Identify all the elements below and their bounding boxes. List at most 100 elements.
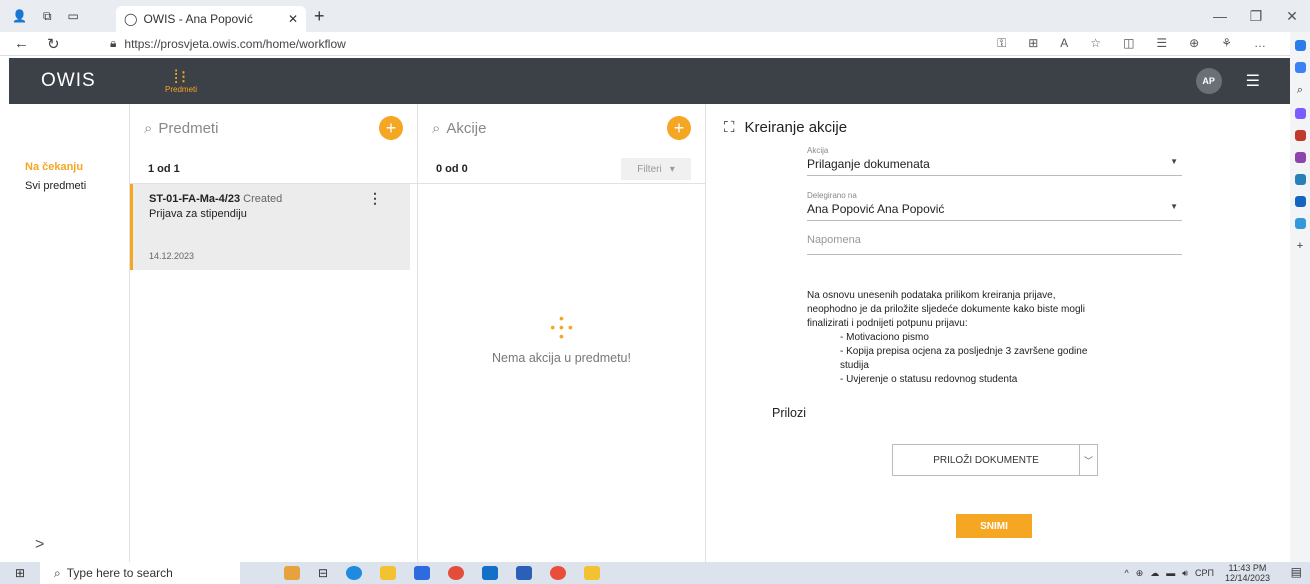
office-icon[interactable] (1294, 174, 1306, 185)
clock-date: 12/14/2023 (1224, 573, 1270, 583)
apps-icon[interactable]: ⊞ (1028, 36, 1038, 51)
sidebar-item-na-cekanju[interactable]: Na čekanju (25, 161, 83, 173)
key-icon[interactable]: ⚿ (997, 36, 1006, 51)
outlook-app-icon[interactable] (482, 566, 499, 580)
chevron-down-icon: ▾ (669, 163, 675, 175)
close-window-icon[interactable]: ✕ (1274, 0, 1310, 32)
search-icon: ⌕ (54, 565, 61, 580)
shopping-icon[interactable] (1294, 108, 1306, 119)
cloud-icon[interactable]: ☁ (1150, 568, 1159, 579)
file-explorer-icon[interactable] (380, 566, 397, 580)
napomena-input[interactable]: Napomena (807, 234, 1182, 255)
url-field[interactable]: 🔒︎ https://prosvjeta.owis.com/home/workf… (110, 36, 997, 51)
main-content: Na čekanju Svi predmeti > ⌕ Predmeti + 1… (9, 104, 1290, 562)
info-item: - Kopija prepisa ocjena za posljednje 3 … (840, 346, 1088, 357)
chevron-down-icon[interactable]: ﹀ (1079, 445, 1097, 475)
extensions-icon[interactable]: ⚘ (1221, 36, 1232, 51)
collections-icon[interactable]: ⧉ (43, 9, 52, 24)
module-predmeti-button[interactable]: ⁞⁝ Predmeti (165, 68, 197, 94)
battery-icon[interactable]: ▬ (1166, 568, 1175, 578)
taskbar-search-placeholder: Type here to search (66, 566, 173, 580)
favorites-icon[interactable]: ☰ (1156, 36, 1167, 51)
browser-tab-active[interactable]: ◯ OWIS - Ana Popović ✕ (116, 6, 306, 32)
app-logo[interactable]: OWIS (9, 70, 159, 92)
clock-time: 11:43 PM (1228, 563, 1267, 573)
taskbar-search[interactable]: ⌕ Type here to search (40, 562, 240, 584)
search-sidebar-icon[interactable]: ⌕ (1297, 84, 1303, 97)
predmeti-search-placeholder: Predmeti (158, 120, 219, 137)
back-icon[interactable]: ← (14, 35, 29, 53)
clock[interactable]: 11:43 PM 12/14/2023 (1225, 563, 1270, 583)
games-icon[interactable] (1294, 152, 1306, 163)
edge-app-icon[interactable] (346, 566, 363, 580)
language-indicator[interactable]: СРП (1195, 568, 1214, 578)
menu-icon[interactable]: ☰ (1246, 71, 1260, 91)
page-favicon-icon: ◯ (124, 12, 138, 26)
add-predmet-button[interactable]: + (379, 116, 403, 140)
restore-icon[interactable]: ❐ (1238, 0, 1274, 32)
close-tab-icon[interactable]: ✕ (288, 12, 298, 26)
akcija-select[interactable]: Akcija Prilaganje dokumenata ▼ (807, 146, 1182, 176)
search-icon: ⌕ (144, 120, 153, 137)
store-app-icon[interactable] (414, 566, 431, 580)
folder-app-icon[interactable] (584, 566, 601, 580)
word-app-icon[interactable] (516, 566, 533, 580)
kreiranje-akcije-panel: ⛶ Kreiranje akcije Akcija Prilaganje dok… (706, 104, 1290, 562)
tools-icon[interactable] (1294, 130, 1306, 141)
minimize-icon[interactable]: — (1202, 0, 1238, 32)
notification-icon[interactable]: ▤ (1291, 565, 1302, 579)
more-options-icon[interactable]: ⋮ (368, 190, 382, 207)
expand-icon[interactable]: ⛶ (724, 119, 735, 136)
akcije-search[interactable]: ⌕ Akcije (432, 120, 486, 137)
chevron-up-icon[interactable]: ^ (1125, 568, 1129, 578)
chrome-app-icon[interactable] (448, 566, 465, 580)
browser-left-icons: 👤 ⧉ ▭ (0, 9, 112, 24)
attach-documents-button[interactable]: PRILOŽI DOKUMENTE ﹀ (892, 444, 1098, 476)
window-controls: — ❐ ✕ (1202, 0, 1310, 32)
outlook-icon[interactable] (1294, 196, 1306, 207)
volume-icon[interactable]: 🔊︎ (1182, 568, 1188, 579)
search-icon: ⌕ (432, 120, 441, 137)
collections-toolbar-icon[interactable]: ⊕ (1189, 36, 1199, 51)
avatar[interactable]: AP (1195, 68, 1222, 94)
briefcase-app-icon[interactable] (284, 566, 300, 580)
read-aloud-icon[interactable]: A (1060, 36, 1068, 51)
add-sidebar-icon[interactable]: + (1297, 240, 1303, 252)
lock-icon: 🔒︎ (110, 36, 117, 50)
drop-icon[interactable] (1294, 218, 1306, 229)
save-button[interactable]: SNIMI (956, 514, 1032, 538)
more-icon[interactable]: … (1254, 36, 1266, 51)
network-icon[interactable]: ⊕ (1136, 568, 1144, 579)
new-tab-icon[interactable]: + (314, 6, 325, 27)
tab-actions-icon[interactable]: ▭ (68, 9, 79, 23)
task-view-icon[interactable]: ⊟ (318, 566, 328, 580)
favorite-icon[interactable]: ☆ (1090, 36, 1101, 51)
predmet-card[interactable]: ST-01-FA-Ma-4/23 Created Prijava za stip… (130, 184, 410, 270)
predmeti-search[interactable]: ⌕ Predmeti (144, 120, 218, 137)
windows-start-icon[interactable]: ⊞ (0, 566, 40, 580)
copilot-icon[interactable] (1294, 40, 1306, 51)
filter-dropdown[interactable]: Filteri ▾ (621, 158, 691, 180)
empty-dots-icon: • • • • • (550, 310, 573, 344)
refresh-icon[interactable]: ↻ (47, 35, 60, 53)
predmet-code-line: ST-01-FA-Ma-4/23 Created (149, 193, 282, 205)
split-screen-icon[interactable]: ◫ (1123, 36, 1134, 51)
add-akcija-button[interactable]: + (667, 116, 691, 140)
sidebar-item-svi-predmeti[interactable]: Svi predmeti (25, 180, 86, 192)
prilozi-heading: Prilozi (772, 406, 807, 420)
notifications-icon[interactable] (1294, 62, 1306, 73)
photos-app-icon[interactable] (550, 566, 567, 580)
delegirano-value: Ana Popović Ana Popović (807, 202, 945, 216)
akcije-panel: ⌕ Akcije + 0 od 0 Filteri ▾ • • • • • Nema… (418, 104, 706, 562)
delegirano-select[interactable]: Delegirano na Ana Popović Ana Popović ▼ (807, 191, 1182, 221)
expand-chevron-icon[interactable]: > (35, 536, 44, 554)
predmet-date: 14.12.2023 (149, 251, 195, 261)
edge-sidebar: ⌕ + (1290, 32, 1310, 562)
info-line: neophodno je da priložite sljedeće dokum… (807, 304, 1085, 315)
profile-icon[interactable]: 👤 (12, 9, 27, 23)
filter-label: Filteri (637, 163, 662, 175)
caret-down-icon: ▼ (1170, 202, 1178, 211)
akcija-value: Prilaganje dokumenata (807, 157, 930, 171)
predmet-status: Created (243, 193, 283, 205)
windows-taskbar: ⊞ ⌕ Type here to search ⊟ ^ ⊕ ☁ ▬ 🔊︎ СРП… (0, 562, 1310, 584)
